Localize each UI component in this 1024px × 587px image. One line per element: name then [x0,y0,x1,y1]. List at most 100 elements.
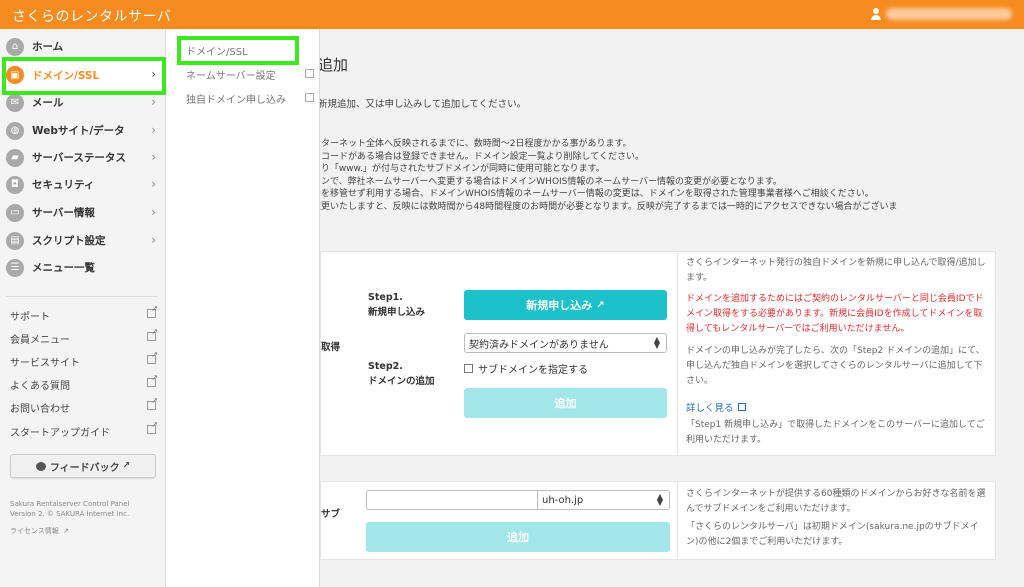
link-label: お問い合わせ [10,403,70,415]
sidebar-item-label: メニュー一覧 [32,262,95,274]
sidebar-link-member-menu[interactable]: 会員メニュー [10,327,158,348]
card-divider [677,252,678,457]
user-name-redacted [886,8,1012,20]
domain-acquire-card: 取得 Step1. 新規申し込み 新規申し込み ↗ 契約済みドメインがありません… [320,251,996,457]
notes-list: ンターネット全体へ反映されるまでに、数時間〜2日程度かかる事があります。 ンコー… [320,138,897,213]
new-application-button[interactable]: 新規申し込み ↗ [464,290,667,320]
user-menu[interactable] [870,8,1012,20]
lock-icon: ◘ [6,175,24,194]
external-link-icon [305,69,314,78]
external-link-icon [305,93,314,102]
mail-icon: ✉ [6,93,24,112]
external-link-icon [147,373,158,387]
domain-suffix-select[interactable]: uh-oh.jp ▲ ▼ [537,490,670,510]
chevron-right-icon: › [151,150,156,164]
select-arrows-icon: ▲ ▼ [656,492,663,507]
step2-subtitle: ドメインの追加 [368,376,435,387]
subdomain-card: サブ uh-oh.jp ▲ ▼ 追加 さくらインターネットが提供する60種類のドメ… [320,481,996,561]
submenu-item-nameserver-settings[interactable]: ネームサーバー設定 [186,65,316,83]
menu-list-icon: ☰ [6,258,24,277]
sidebar-item-label: サーバーステータス [32,152,126,164]
sidebar-item-menu-list[interactable]: ☰ メニュー一覧 [0,254,166,281]
footer-copyright: Version 2. © SAKURA Internet Inc. [10,510,130,518]
external-link-icon [147,420,158,434]
license-link[interactable]: ライセンス情報 ↗ [10,526,69,536]
sidebar-link-faq[interactable]: よくある質問 [10,373,158,394]
external-link-icon [147,396,158,410]
license-label: ライセンス情報 [10,527,59,535]
section-label: サブ [321,509,341,520]
link-label: サービスサイト [10,357,80,369]
card1-warning: ドメインを追加するためにはご契約のレンタルサーバーと同じ会員IDでドメイン取得を… [686,294,984,334]
sidebar-item-mail[interactable]: ✉ メール › [0,89,166,116]
add-domain-button[interactable]: 追加 [464,388,667,418]
sidebar-item-label: ホーム [32,41,64,53]
submenu-item-label: 独自ドメイン申し込み [186,94,286,106]
card1-desc2: ドメインの申し込みが完了したら、次の「Step2 ドメインの追加」にて、申し込ん… [686,346,985,386]
card1-desc3: 「Step1 新規申し込み」で取得したドメインをこのサーバーに追加してご利用いた… [686,420,985,445]
note-line: より「www.」が付与されたサブドメインが同時に使用可能となります。 [320,164,605,174]
sidebar-link-support[interactable]: サポート [10,304,158,325]
subdomain-checkbox-row[interactable]: サブドメインを指定する [464,361,588,376]
sidebar-item-script-settings[interactable]: ▤ スクリプト設定 › [0,227,166,254]
button-label: 追加 [554,397,577,410]
status-chart-icon: ▰ [6,148,24,167]
external-link-icon [147,327,158,341]
feedback-button[interactable]: フィードバック ↗ [10,454,156,478]
select-value: 契約済みドメインがありません [469,339,609,351]
sidebar-link-service-site[interactable]: サービスサイト [10,350,158,371]
sidebar-footer: Sakura Rentalserver Control Panel Versio… [10,499,129,519]
server-icon: ▭ [6,203,24,222]
checkbox-label: サブドメインを指定する [478,365,588,376]
add-subdomain-button[interactable]: 追加 [366,522,670,552]
contracted-domain-select[interactable]: 契約済みドメインがありません ▲ ▼ [464,333,667,353]
subdomain-name-input[interactable] [366,490,538,510]
chevron-right-icon: › [151,95,156,109]
sidebar-divider [6,296,158,297]
sidebar-item-server-status[interactable]: ▰ サーバーステータス › [0,144,166,171]
note-line: 変更いたしますと、反映には数時間から48時間程度のお時間が必要となります。反映が… [320,201,898,212]
sidebar-item-server-info[interactable]: ▭ サーバー情報 › [0,199,166,226]
external-link-icon [147,350,158,364]
sidebar-item-label: メール [32,97,64,109]
external-link-icon [147,304,158,318]
note-line: ンを移管せず利用する場合、ドメインWHOIS情報のネームサーバー情報の変更は、ド… [320,189,874,199]
submenu-item-label: ドメイン/SSL [186,46,248,58]
footer-product-name: Sakura Rentalserver Control Panel [10,500,130,508]
link-label: 会員メニュー [10,334,70,346]
subdomain-checkbox[interactable] [464,364,473,373]
step1-label: Step1. 新規申し込み [368,290,425,320]
link-label: 詳しく見る [686,403,734,414]
sidebar-item-label: Webサイト/データ [32,125,125,137]
page-title: 追加 [320,56,349,74]
external-link-icon: ↗ [122,461,131,471]
submenu-item-domain-application[interactable]: 独自ドメイン申し込み [186,89,316,107]
sidebar-item-domain-ssl[interactable]: ▣ ドメイン/SSL › [0,61,166,89]
section-label: 取得 [321,342,341,353]
note-line: インで、弊社ネームサーバーへ変更する場合はドメインWHOIS情報のネームサーバー… [320,176,782,187]
sidebar-link-startup-guide[interactable]: スタートアップガイド [10,420,158,441]
sidebar-item-home[interactable]: ⌂ ホーム [0,33,166,60]
button-label: 追加 [507,531,529,544]
card2-desc2: 「さくらのレンタルサーバ」は初期ドメイン(sakura.ne.jpのサブドメイン… [686,522,979,547]
home-icon: ⌂ [6,37,24,56]
page-intro: 新規追加、又は申し込みして追加してください。 [320,99,527,110]
link-label: サポート [10,311,50,323]
sidebar-link-contact[interactable]: お問い合わせ [10,396,158,417]
sidebar-item-website-data[interactable]: ◍ Webサイト/データ › [0,117,166,144]
step1-subtitle: 新規申し込み [368,307,426,318]
user-icon [870,8,882,20]
sidebar-item-label: セキュリティ [32,179,95,191]
card2-desc1: さくらインターネットが提供する60種類のドメインからお好きな名前を選んでサブドメ… [686,489,986,514]
submenu-item-domain-ssl[interactable]: ドメイン/SSL [186,41,316,59]
sidebar-item-security[interactable]: ◘ セキュリティ › [0,171,166,198]
learn-more-link[interactable]: 詳しく見る [686,400,746,414]
domain-lock-icon: ▣ [6,66,24,84]
brand-title[interactable]: さくらのレンタルサーバ [12,6,171,26]
chevron-right-icon: › [151,67,156,81]
main-content: 追加 新規追加、又は申し込みして追加してください。 ンターネット全体へ反映される… [320,29,1024,587]
globe-icon: ◍ [6,121,24,140]
link-label: よくある質問 [10,380,70,392]
submenu-domain-ssl: ドメイン/SSL ネームサーバー設定 独自ドメイン申し込み [166,29,320,587]
button-label: 新規申し込み [526,299,593,312]
